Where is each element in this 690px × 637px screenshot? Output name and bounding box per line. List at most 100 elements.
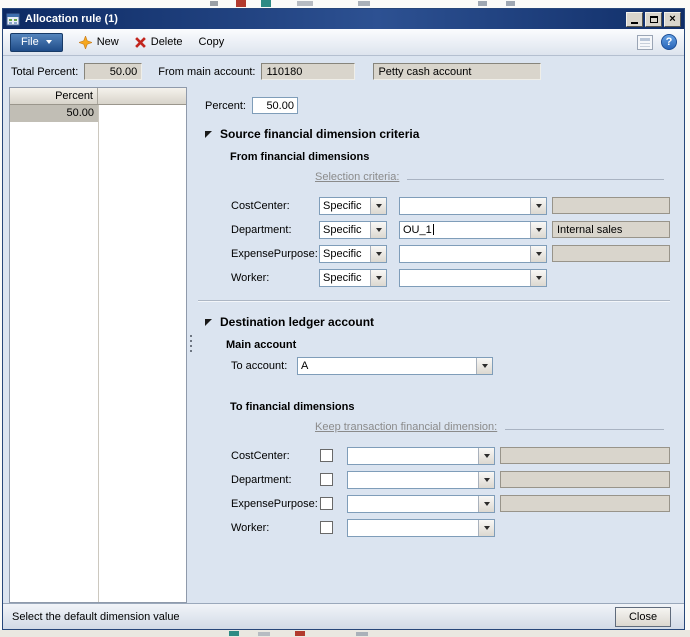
header-band: Total Percent: 50.00 From main account: …	[3, 56, 684, 87]
costcenter-keep-checkbox[interactable]	[320, 449, 333, 462]
total-percent-label: Total Percent:	[11, 65, 79, 78]
percent-grid: Percent 50.00	[9, 87, 187, 603]
new-button-label: New	[96, 36, 119, 48]
expensepurpose-value-combo[interactable]	[399, 244, 547, 263]
worker-value-combo[interactable]	[399, 268, 547, 287]
form-layout-icon[interactable]	[637, 34, 653, 50]
to-account-combo[interactable]: A	[297, 357, 493, 375]
chevron-down-icon[interactable]	[476, 358, 492, 374]
chevron-down-icon[interactable]	[530, 269, 546, 286]
costcenter-label: CostCenter:	[231, 199, 290, 212]
worker-label: Worker:	[231, 271, 270, 284]
dest-expensepurpose-combo[interactable]	[347, 494, 495, 513]
background-artifact	[261, 0, 271, 7]
total-percent-field: 50.00	[84, 63, 143, 80]
background-artifact	[356, 632, 368, 636]
file-menu-button[interactable]: File	[10, 32, 63, 52]
delete-button[interactable]: Delete	[134, 36, 183, 48]
minimize-icon	[631, 21, 638, 24]
collapse-icon	[205, 318, 212, 326]
help-icon[interactable]: ?	[661, 34, 677, 50]
close-icon: ×	[669, 12, 676, 25]
close-button[interactable]: Close	[615, 607, 671, 627]
detail-pane: Percent: 50.00 Source financial dimensio…	[196, 87, 684, 603]
chevron-down-icon[interactable]	[370, 197, 386, 214]
chevron-down-icon[interactable]	[478, 471, 494, 488]
new-icon	[78, 35, 92, 49]
status-message: Select the default dimension value	[12, 610, 180, 623]
destination-section-title: Destination ledger account	[220, 315, 375, 329]
costcenter-value-combo[interactable]	[399, 196, 547, 215]
chevron-down-icon[interactable]	[478, 519, 494, 536]
background-artifact	[210, 1, 218, 6]
dest-department-combo[interactable]	[347, 470, 495, 489]
allocation-rule-window: Allocation rule (1) × File New Delete Co…	[2, 8, 685, 630]
dest-costcenter-combo[interactable]	[347, 446, 495, 465]
chevron-down-icon[interactable]	[530, 245, 546, 262]
selection-criteria-label: Selection criteria:	[315, 171, 400, 183]
maximize-button[interactable]	[645, 11, 662, 27]
destination-section-header[interactable]: Destination ledger account	[205, 315, 674, 329]
grid-header: Percent	[10, 88, 186, 105]
text-cursor	[432, 224, 434, 235]
percent-label: Percent:	[205, 99, 246, 112]
chevron-down-icon[interactable]	[478, 495, 494, 512]
worker-criteria-combo[interactable]: Specific	[319, 268, 387, 287]
chevron-down-icon[interactable]	[370, 245, 386, 262]
dest-expensepurpose-description-field	[500, 495, 670, 512]
grid-row-selected[interactable]: 50.00	[10, 105, 186, 122]
new-button[interactable]: New	[78, 35, 119, 49]
from-main-account-field: 110180	[261, 63, 356, 80]
to-dimensions-label: To financial dimensions	[230, 401, 355, 413]
chevron-down-icon	[45, 40, 52, 44]
separator-line	[407, 179, 664, 180]
titlebar[interactable]: Allocation rule (1) ×	[3, 9, 684, 29]
window-icon	[6, 13, 20, 26]
percent-input[interactable]: 50.00	[251, 97, 298, 114]
status-bar: Select the default dimension value Close	[3, 603, 684, 629]
copy-button-label: Copy	[198, 36, 225, 48]
background-artifact	[506, 1, 515, 6]
to-account-label: To account:	[231, 360, 288, 372]
costcenter-criteria-combo[interactable]: Specific	[319, 196, 387, 215]
percent-column-header[interactable]: Percent	[10, 88, 98, 104]
file-menu-label: File	[21, 36, 39, 48]
window-title: Allocation rule (1)	[25, 13, 118, 25]
chevron-down-icon[interactable]	[478, 447, 494, 464]
minimize-button[interactable]	[626, 11, 643, 27]
chevron-down-icon[interactable]	[370, 269, 386, 286]
expensepurpose-keep-checkbox[interactable]	[320, 497, 333, 510]
worker-keep-checkbox[interactable]	[320, 521, 333, 534]
background-artifact	[295, 631, 305, 636]
dest-worker-label: Worker:	[231, 521, 270, 534]
expensepurpose-label: ExpensePurpose:	[231, 247, 318, 260]
department-value-combo[interactable]: OU_1	[399, 220, 547, 239]
dest-department-description-field	[500, 471, 670, 488]
delete-button-label: Delete	[150, 36, 183, 48]
keep-transaction-label: Keep transaction financial dimension:	[315, 421, 498, 433]
chevron-down-icon[interactable]	[530, 197, 546, 214]
chevron-down-icon[interactable]	[530, 221, 546, 238]
percent-cell[interactable]: 50.00	[10, 105, 98, 122]
department-keep-checkbox[interactable]	[320, 473, 333, 486]
chevron-down-icon[interactable]	[370, 221, 386, 238]
close-window-button[interactable]: ×	[664, 11, 681, 27]
department-description-field: Internal sales	[552, 221, 670, 238]
from-main-account-label: From main account:	[158, 65, 256, 78]
toolbar: File New Delete Copy ?	[3, 29, 684, 56]
background-artifact	[236, 0, 246, 7]
empty-column-header[interactable]	[98, 88, 186, 104]
department-label: Department:	[231, 223, 292, 236]
section-separator	[198, 300, 670, 302]
splitter[interactable]	[187, 87, 196, 603]
source-section-header[interactable]: Source financial dimension criteria	[205, 127, 674, 141]
expensepurpose-criteria-combo[interactable]: Specific	[319, 244, 387, 263]
delete-icon	[134, 36, 146, 48]
background-artifact	[297, 1, 313, 6]
dest-worker-combo[interactable]	[347, 518, 495, 537]
copy-button[interactable]: Copy	[199, 36, 225, 48]
dest-expensepurpose-label: ExpensePurpose:	[231, 497, 318, 510]
department-criteria-combo[interactable]: Specific	[319, 220, 387, 239]
costcenter-description-field	[552, 197, 670, 214]
expensepurpose-description-field	[552, 245, 670, 262]
